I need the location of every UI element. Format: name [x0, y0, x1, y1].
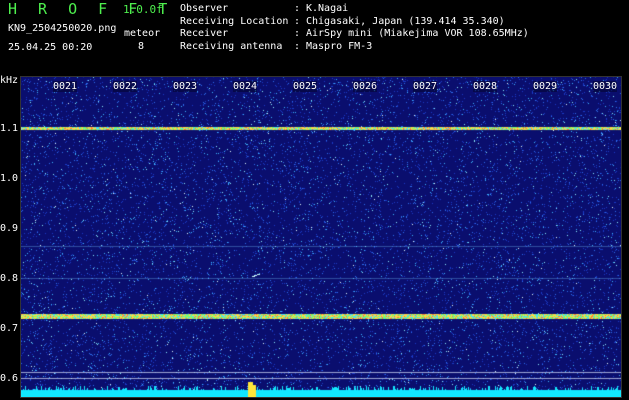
y-tick-label: 0.7 — [0, 323, 19, 334]
x-tick-label: 0021 — [52, 81, 78, 92]
y-tick-label: 0.8 — [0, 273, 19, 284]
x-tick-label: 0025 — [292, 81, 318, 92]
x-tick-label: 0027 — [412, 81, 438, 92]
header-panel: H R O F F T 1.0.0f KN9_2504250020.png me… — [0, 0, 629, 74]
info-row-antenna: Receiving antenna: Maspro FM-3 — [180, 40, 373, 52]
y-tick-label: 1.1 — [0, 123, 19, 134]
x-tick-label: 0030 — [592, 81, 618, 92]
waterfall-canvas — [20, 76, 622, 398]
meteor-count: 8 — [138, 41, 145, 52]
x-tick-label: 0024 — [232, 81, 258, 92]
y-tick-label: 1.0 — [0, 173, 19, 184]
y-tick-label: 0.9 — [0, 223, 19, 234]
info-row-location: Receiving Location: Chigasaki, Japan (139… — [180, 15, 505, 27]
app-version: 1.0.0f — [123, 3, 163, 16]
x-tick-label: 0026 — [352, 81, 378, 92]
station-info: Observer: K.Nagai Receiving Location: Chig… — [180, 3, 529, 53]
capture-datetime: 25.04.25 00:20 — [8, 42, 93, 53]
y-axis-unit: kHz — [0, 75, 19, 86]
info-row-observer: Observer: K.Nagai — [180, 3, 349, 14]
x-tick-label: 0023 — [172, 81, 198, 92]
y-tick-label: 0.6 — [0, 373, 19, 384]
file-name: KN9_2504250020.png — [8, 23, 117, 34]
x-tick-label: 0022 — [112, 81, 138, 92]
info-row-receiver: Receiver: AirSpy mini (Miakejima VOR 108.… — [180, 28, 529, 39]
x-tick-label: 0029 — [532, 81, 558, 92]
spectrogram — [20, 76, 622, 398]
x-tick-label: 0028 — [472, 81, 498, 92]
meteor-label: meteor — [124, 28, 161, 39]
